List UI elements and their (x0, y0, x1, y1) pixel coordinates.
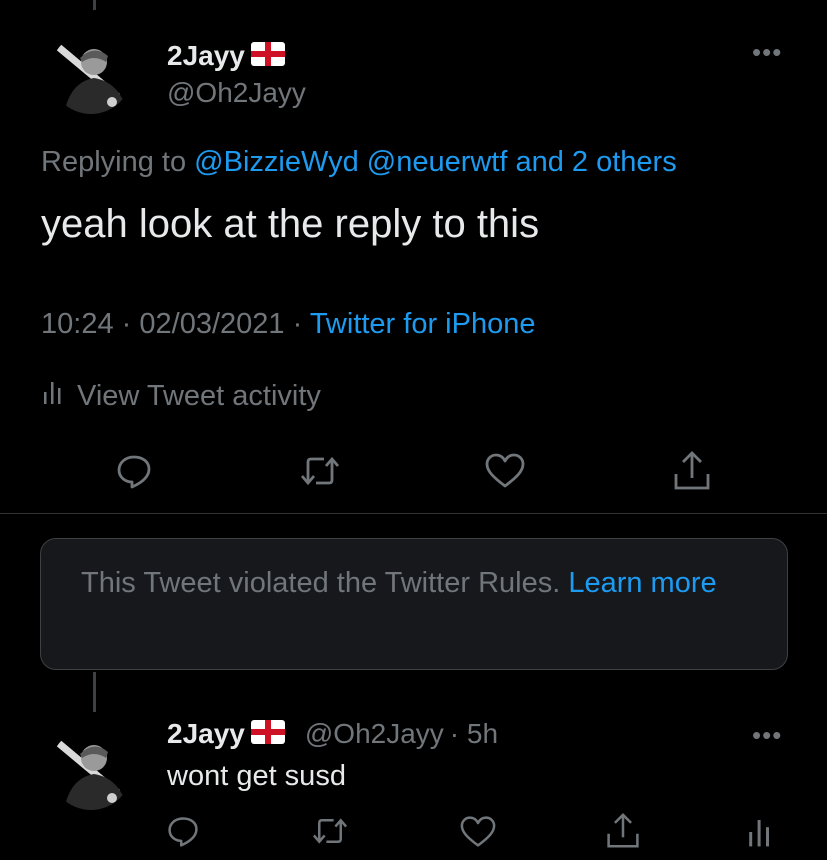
thread-connector-line (93, 0, 96, 10)
tweet-source-link[interactable]: Twitter for iPhone (310, 308, 536, 340)
view-activity-label: View Tweet activity (77, 379, 321, 412)
reply-text: wont get susd (167, 760, 346, 792)
meta-separator: · (292, 308, 303, 340)
england-flag-icon (250, 719, 285, 749)
tweet-time[interactable]: 10:24 (41, 308, 114, 340)
share-icon[interactable] (605, 812, 641, 855)
tweet-date[interactable]: 02/03/2021 (139, 308, 284, 340)
heart-icon[interactable] (484, 452, 526, 495)
view-tweet-activity-button[interactable]: View Tweet activity (43, 378, 321, 414)
tweet-age[interactable]: · 5h (450, 718, 498, 750)
replying-to-line: Replying to @BizzieWyd @neuerwtf and 2 o… (41, 146, 677, 179)
meta-separator: · (121, 308, 132, 340)
thread-connector-line (93, 672, 96, 712)
tweet-unavailable-notice: This Tweet violated the Twitter Rules. L… (40, 538, 788, 670)
retweet-icon[interactable] (310, 814, 350, 853)
tweet-thread-page: 2Jayy @Oh2Jayy ••• Replying to @BizzieWy… (0, 0, 827, 860)
reply-icon[interactable] (115, 452, 153, 495)
display-name[interactable]: 2Jayy (167, 40, 245, 72)
analytics-icon (43, 378, 63, 414)
divider (0, 513, 827, 514)
user-handle[interactable]: @Oh2Jayy (167, 77, 306, 109)
analytics-icon[interactable] (748, 815, 772, 854)
tweet-meta: 10:24 · 02/03/2021 · Twitter for iPhone (41, 308, 535, 341)
user-handle[interactable]: @Oh2Jayy (305, 718, 444, 750)
author-name-row: 2Jayy (167, 40, 285, 72)
reply-icon[interactable] (166, 814, 200, 853)
avatar[interactable] (50, 32, 132, 114)
tweet-text: yeah look at the reply to this (41, 202, 540, 246)
england-flag-icon (250, 41, 285, 71)
reply-author-row: 2Jayy @Oh2Jayy · 5h (167, 718, 498, 750)
replying-prefix: Replying to (41, 146, 187, 178)
violation-text: This Tweet violated the Twitter Rules. (81, 567, 561, 599)
replying-mentions-link[interactable]: @BizzieWyd @neuerwtf and 2 others (194, 146, 677, 178)
retweet-icon[interactable] (298, 452, 342, 495)
share-icon[interactable] (672, 450, 712, 497)
heart-icon[interactable] (459, 815, 497, 854)
more-options-button[interactable]: ••• (752, 39, 782, 65)
more-options-button[interactable]: ••• (752, 722, 782, 748)
display-name[interactable]: 2Jayy (167, 718, 245, 750)
avatar[interactable] (50, 728, 132, 810)
learn-more-link[interactable]: Learn more (568, 567, 716, 599)
